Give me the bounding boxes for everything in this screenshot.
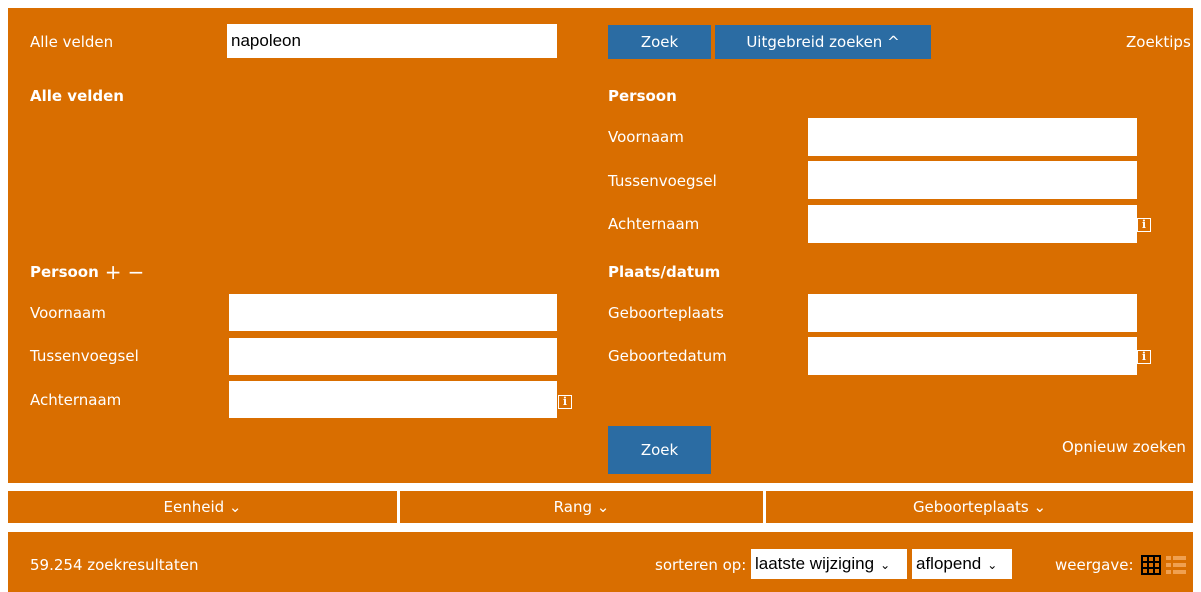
reset-search-link[interactable]: Opnieuw zoeken — [1062, 438, 1186, 456]
add-person-icon[interactable]: + — [105, 262, 122, 282]
last-name-label: Achternaam — [30, 391, 122, 409]
last-name-label-right: Achternaam — [608, 215, 700, 233]
view-label: weergave: — [1055, 556, 1134, 574]
all-fields-input[interactable] — [227, 24, 557, 58]
info-icon[interactable]: i — [1137, 350, 1151, 364]
search-panel — [8, 8, 1193, 483]
search-tips-link[interactable]: Zoektips — [1126, 33, 1191, 51]
birthdate-label: Geboortedatum — [608, 347, 727, 365]
info-icon[interactable]: i — [1137, 218, 1151, 232]
person-heading-row: Persoon + − — [30, 262, 144, 282]
search-button-top[interactable]: Zoek — [608, 25, 711, 59]
order-select[interactable]: aflopend ⌄ — [912, 549, 1012, 579]
filter-unit[interactable]: Eenheid ⌄ — [8, 491, 397, 523]
grid-view-icon[interactable] — [1141, 555, 1161, 575]
chevron-down-icon: ⌄ — [987, 558, 998, 572]
first-name-input[interactable] — [229, 294, 557, 331]
all-fields-label: Alle velden — [30, 33, 114, 51]
all-fields-heading: Alle velden — [30, 87, 124, 105]
first-name-input-right[interactable] — [808, 118, 1137, 156]
remove-person-icon[interactable]: − — [128, 262, 145, 282]
first-name-label-right: Voornaam — [608, 128, 684, 146]
search-button-bottom[interactable]: Zoek — [608, 426, 711, 474]
infix-input[interactable] — [229, 338, 557, 375]
infix-label: Tussenvoegsel — [30, 347, 139, 365]
birthplace-label: Geboorteplaats — [608, 304, 724, 322]
place-date-heading: Plaats/datum — [608, 263, 721, 281]
birthdate-input[interactable] — [808, 337, 1137, 375]
infix-input-right[interactable] — [808, 161, 1137, 199]
first-name-label: Voornaam — [30, 304, 106, 322]
filter-birthplace[interactable]: Geboorteplaats ⌄ — [766, 491, 1193, 523]
sort-select[interactable]: laatste wijziging ⌄ — [751, 549, 907, 579]
advanced-search-button[interactable]: Uitgebreid zoeken ^ — [715, 25, 931, 59]
person-heading: Persoon — [30, 263, 99, 281]
infix-label-right: Tussenvoegsel — [608, 172, 717, 190]
filter-rank[interactable]: Rang ⌄ — [400, 491, 763, 523]
last-name-input-right[interactable] — [808, 205, 1137, 243]
chevron-down-icon: ⌄ — [880, 558, 891, 572]
order-select-value: aflopend — [916, 554, 982, 573]
person-heading-right: Persoon — [608, 87, 677, 105]
sort-label: sorteren op: — [655, 556, 747, 574]
info-icon[interactable]: i — [558, 395, 572, 409]
result-count: 59.254 zoekresultaten — [30, 556, 199, 574]
birthplace-input[interactable] — [808, 294, 1137, 332]
sort-select-value: laatste wijziging — [755, 554, 875, 573]
list-view-icon[interactable] — [1166, 555, 1186, 575]
last-name-input[interactable] — [229, 381, 557, 418]
